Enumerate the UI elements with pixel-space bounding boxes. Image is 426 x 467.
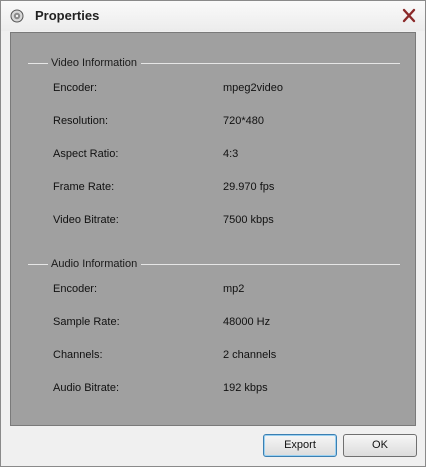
channels-value: 2 channels: [223, 349, 277, 361]
sample-rate-value: 48000 Hz: [223, 316, 271, 328]
video-section-title: Video Information: [48, 57, 142, 70]
video-bitrate-label: Video Bitrate:: [53, 214, 119, 226]
aspect-ratio-label: Aspect Ratio:: [53, 148, 119, 160]
audio-bitrate-value: 192 kbps: [223, 382, 268, 394]
window-title: Properties: [35, 8, 100, 23]
sample-rate-label: Sample Rate:: [53, 316, 120, 328]
title-bar[interactable]: Properties: [1, 1, 425, 31]
properties-dialog: Properties Video Information Encoder: mp…: [0, 0, 426, 467]
audio-section-title: Audio Information: [48, 258, 142, 271]
frame-rate-value: 29.970 fps: [223, 181, 275, 193]
resolution-label: Resolution:: [53, 115, 109, 127]
audio-bitrate-label: Audio Bitrate:: [53, 382, 120, 394]
video-bitrate-value: 7500 kbps: [223, 214, 274, 226]
ok-button[interactable]: OK: [343, 434, 417, 457]
export-button[interactable]: Export: [263, 434, 337, 457]
close-icon: [402, 8, 416, 23]
video-encoder-label: Encoder:: [53, 82, 98, 94]
channels-label: Channels:: [53, 349, 103, 361]
frame-rate-label: Frame Rate:: [53, 181, 115, 193]
aspect-ratio-value: 4:3: [223, 148, 239, 160]
audio-encoder-value: mp2: [223, 283, 245, 295]
resolution-value: 720*480: [223, 115, 264, 127]
audio-encoder-label: Encoder:: [53, 283, 98, 295]
properties-panel: Video Information Encoder: mpeg2video Re…: [10, 32, 416, 426]
disc-icon: [10, 9, 24, 23]
close-button[interactable]: [399, 7, 419, 25]
video-encoder-value: mpeg2video: [223, 82, 283, 94]
